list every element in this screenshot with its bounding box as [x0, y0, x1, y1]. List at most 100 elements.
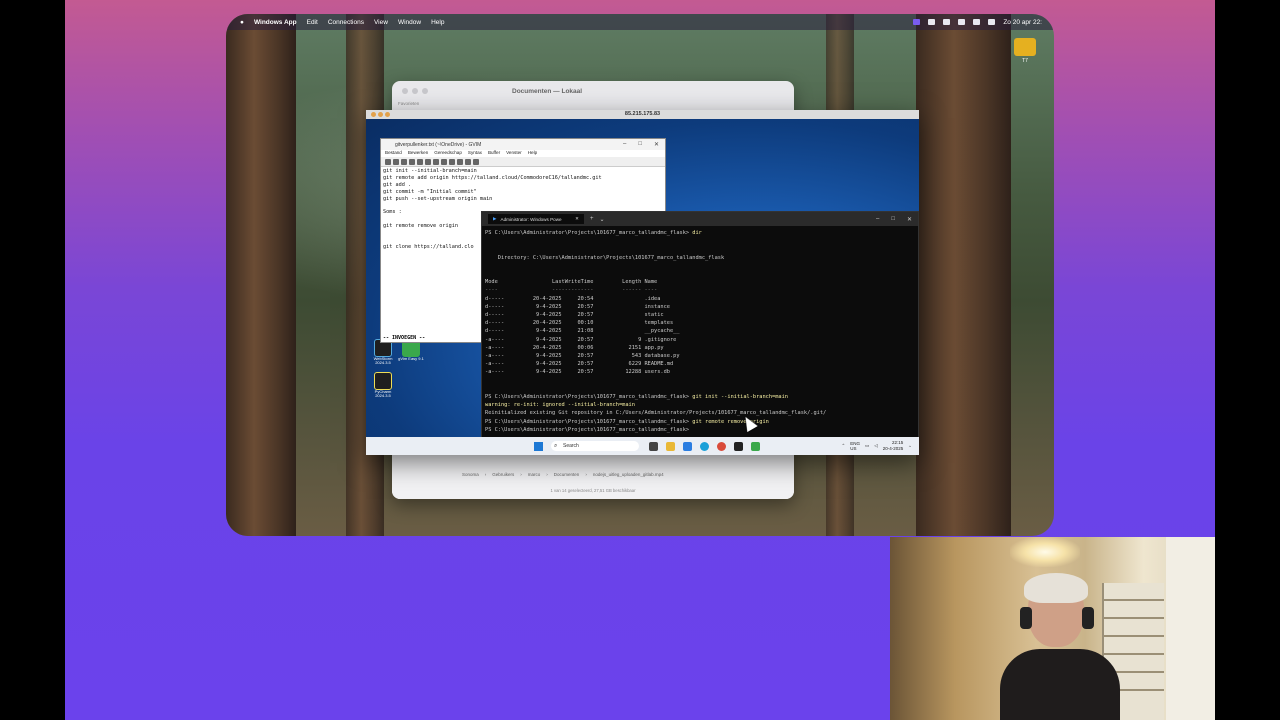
search-icon: ⌕	[554, 443, 558, 449]
windows-taskbar: ⌕ Search ⌃ ENG US ▭ ◁ 22:15 20-4-2025 ◔	[366, 437, 919, 455]
tree-trunk	[226, 14, 296, 536]
gvim-titlebar: gitverpullenker.txt (~\OneDrive) - GVIM …	[381, 139, 665, 150]
find-icon[interactable]	[457, 158, 463, 165]
minimize-icon[interactable]: –	[623, 141, 626, 148]
undo-icon[interactable]	[417, 158, 423, 165]
file-explorer-icon[interactable]	[666, 441, 675, 451]
network-icon[interactable]: ▭	[865, 443, 869, 449]
windows-desktop: WebStorm 2024.3.5 gVim Easy 9.1 PyCharm …	[366, 119, 919, 444]
copy-icon[interactable]	[441, 158, 447, 165]
terminal-line: Mode LastWriteTime Length Name	[485, 279, 658, 286]
gvim-menu-item[interactable]: Help	[528, 150, 537, 157]
terminal-tab[interactable]: ▶ Administrator: Windows Powe ✕	[488, 214, 584, 224]
gvim-menu-item[interactable]: Buffer	[488, 150, 500, 157]
terminal-line: ---- ------------- ------ ----	[485, 287, 658, 294]
terminal-line: d----- 20-4-2025 20:54 .idea	[485, 295, 661, 302]
close-icon[interactable]: ✕	[654, 141, 659, 148]
menu-help[interactable]: Help	[431, 19, 444, 26]
path-item[interactable]: Documenten	[554, 472, 580, 477]
save-all-icon[interactable]	[401, 158, 407, 165]
replace-icon[interactable]	[465, 158, 471, 165]
store-icon[interactable]	[683, 441, 692, 451]
grid-icon[interactable]	[943, 19, 951, 25]
gvim-menu-item[interactable]: Gereedschap	[434, 150, 462, 157]
shortcut-label: WebStorm 2024.3.5	[373, 356, 393, 366]
taskbar-clock[interactable]: 22:15 20-4-2025	[883, 440, 904, 452]
open-icon[interactable]	[385, 158, 391, 165]
gvim-menu-item[interactable]: Bestand	[385, 150, 402, 157]
path-bar: Sonoma › Gebruikers › marco › Documenten › n…	[462, 472, 664, 477]
chevron-up-icon[interactable]: ⌃	[841, 443, 845, 449]
terminal-line: PS C:\Users\Administrator\Projects\10167…	[485, 418, 769, 425]
close-icon[interactable]: ✕	[907, 216, 912, 223]
cut-icon[interactable]	[433, 158, 439, 165]
webstorm-shortcut[interactable]: WebStorm 2024.3.5	[370, 339, 396, 366]
print-icon[interactable]	[409, 158, 415, 165]
taskbar-search[interactable]: ⌕ Search	[551, 441, 639, 451]
screen-share-icon[interactable]	[913, 19, 921, 25]
zoom-dot[interactable]	[385, 112, 390, 117]
terminal-output[interactable]: PS C:\Users\Administrator\Projects\10167…	[482, 226, 918, 437]
zoom-dot[interactable]	[422, 88, 428, 94]
pycharm-icon	[374, 371, 392, 390]
rdp-title: 85.215.175.83	[624, 111, 661, 117]
minimize-dot[interactable]	[412, 88, 418, 94]
display-icon[interactable]	[928, 19, 936, 25]
chrome-icon[interactable]	[717, 441, 726, 451]
volume-icon[interactable]: ◁	[874, 443, 877, 449]
menu-view[interactable]: View	[374, 19, 388, 26]
clock-date: 20-4-2025	[882, 446, 904, 451]
path-item[interactable]: marco	[528, 472, 541, 477]
menu-app-name[interactable]: Windows App	[254, 19, 297, 26]
webcam-overlay	[890, 537, 1215, 720]
edge-icon[interactable]	[700, 441, 709, 451]
paste-icon[interactable]	[449, 158, 455, 165]
path-item[interactable]: Sonoma	[462, 472, 479, 477]
screen: ● Windows App Edit Connections View Wind…	[0, 0, 1280, 720]
terminal-line: d----- 9-4-2025 20:57 static	[485, 312, 664, 319]
gvim-shortcut[interactable]: gVim Easy 9.1	[398, 339, 424, 366]
gvim-task-icon[interactable]	[751, 441, 760, 451]
save-icon[interactable]	[393, 158, 399, 165]
desktop-icons: WebStorm 2024.3.5 gVim Easy 9.1 PyCharm …	[370, 339, 424, 399]
gvim-menu-item[interactable]: Bewerken	[408, 150, 428, 157]
close-dot[interactable]	[371, 112, 376, 117]
door	[1166, 537, 1215, 720]
tab-title: Administrator: Windows Powe	[500, 216, 562, 222]
terminal-tabbar: ▶ Administrator: Windows Powe ✕ + ⌄ – □ ✕	[482, 212, 918, 226]
maximize-icon[interactable]: □	[891, 216, 895, 223]
notification-bell-icon[interactable]: ◔	[908, 444, 911, 449]
redo-icon[interactable]	[425, 158, 431, 165]
task-view-icon[interactable]	[649, 441, 658, 451]
sidebar-label: Favorieten	[398, 101, 420, 106]
path-item[interactable]: nodejs_uitleg_uploaden_gitlab.mp4	[593, 472, 664, 477]
menu-window[interactable]: Window	[398, 19, 421, 26]
start-icon[interactable]	[534, 441, 543, 451]
close-dot[interactable]	[402, 88, 408, 94]
help-icon[interactable]	[473, 158, 479, 165]
gvim-menu-item[interactable]: Syntax	[468, 150, 482, 157]
wifi-icon[interactable]	[973, 19, 981, 25]
terminal-line: -a---- 9-4-2025 20:57 543 database.py	[485, 353, 680, 360]
search-icon[interactable]	[988, 19, 996, 25]
tree-trunk	[916, 14, 1011, 536]
terminal-icon[interactable]	[734, 441, 743, 451]
menu-connections[interactable]: Connections	[328, 19, 364, 26]
finder-status: 1 van 14 geselecteerd, 27,51 GB beschikb…	[550, 488, 636, 493]
minimize-icon[interactable]: –	[876, 216, 879, 223]
maximize-icon[interactable]: □	[638, 141, 642, 148]
path-item[interactable]: Gebruikers	[492, 472, 514, 477]
pycharm-shortcut[interactable]: PyCharm 2024.3.5	[370, 371, 396, 399]
language-indicator[interactable]: ENG US	[850, 441, 860, 451]
terminal-line: PS C:\Users\Administrator\Projects\10167…	[485, 394, 788, 401]
close-tab-icon[interactable]: ✕	[575, 216, 579, 222]
dropdown-icon[interactable]: ⌄	[600, 216, 605, 223]
drive-icon[interactable]: T7	[1012, 38, 1038, 66]
new-tab-icon[interactable]: +	[590, 216, 594, 222]
apple-icon[interactable]: ●	[240, 19, 244, 26]
minimize-dot[interactable]	[378, 112, 383, 117]
menu-edit[interactable]: Edit	[307, 19, 318, 26]
menubar-clock[interactable]: Zo 20 apr 22:	[1003, 19, 1042, 26]
cloud-icon[interactable]	[958, 19, 966, 25]
gvim-menu-item[interactable]: Venster	[506, 150, 522, 157]
